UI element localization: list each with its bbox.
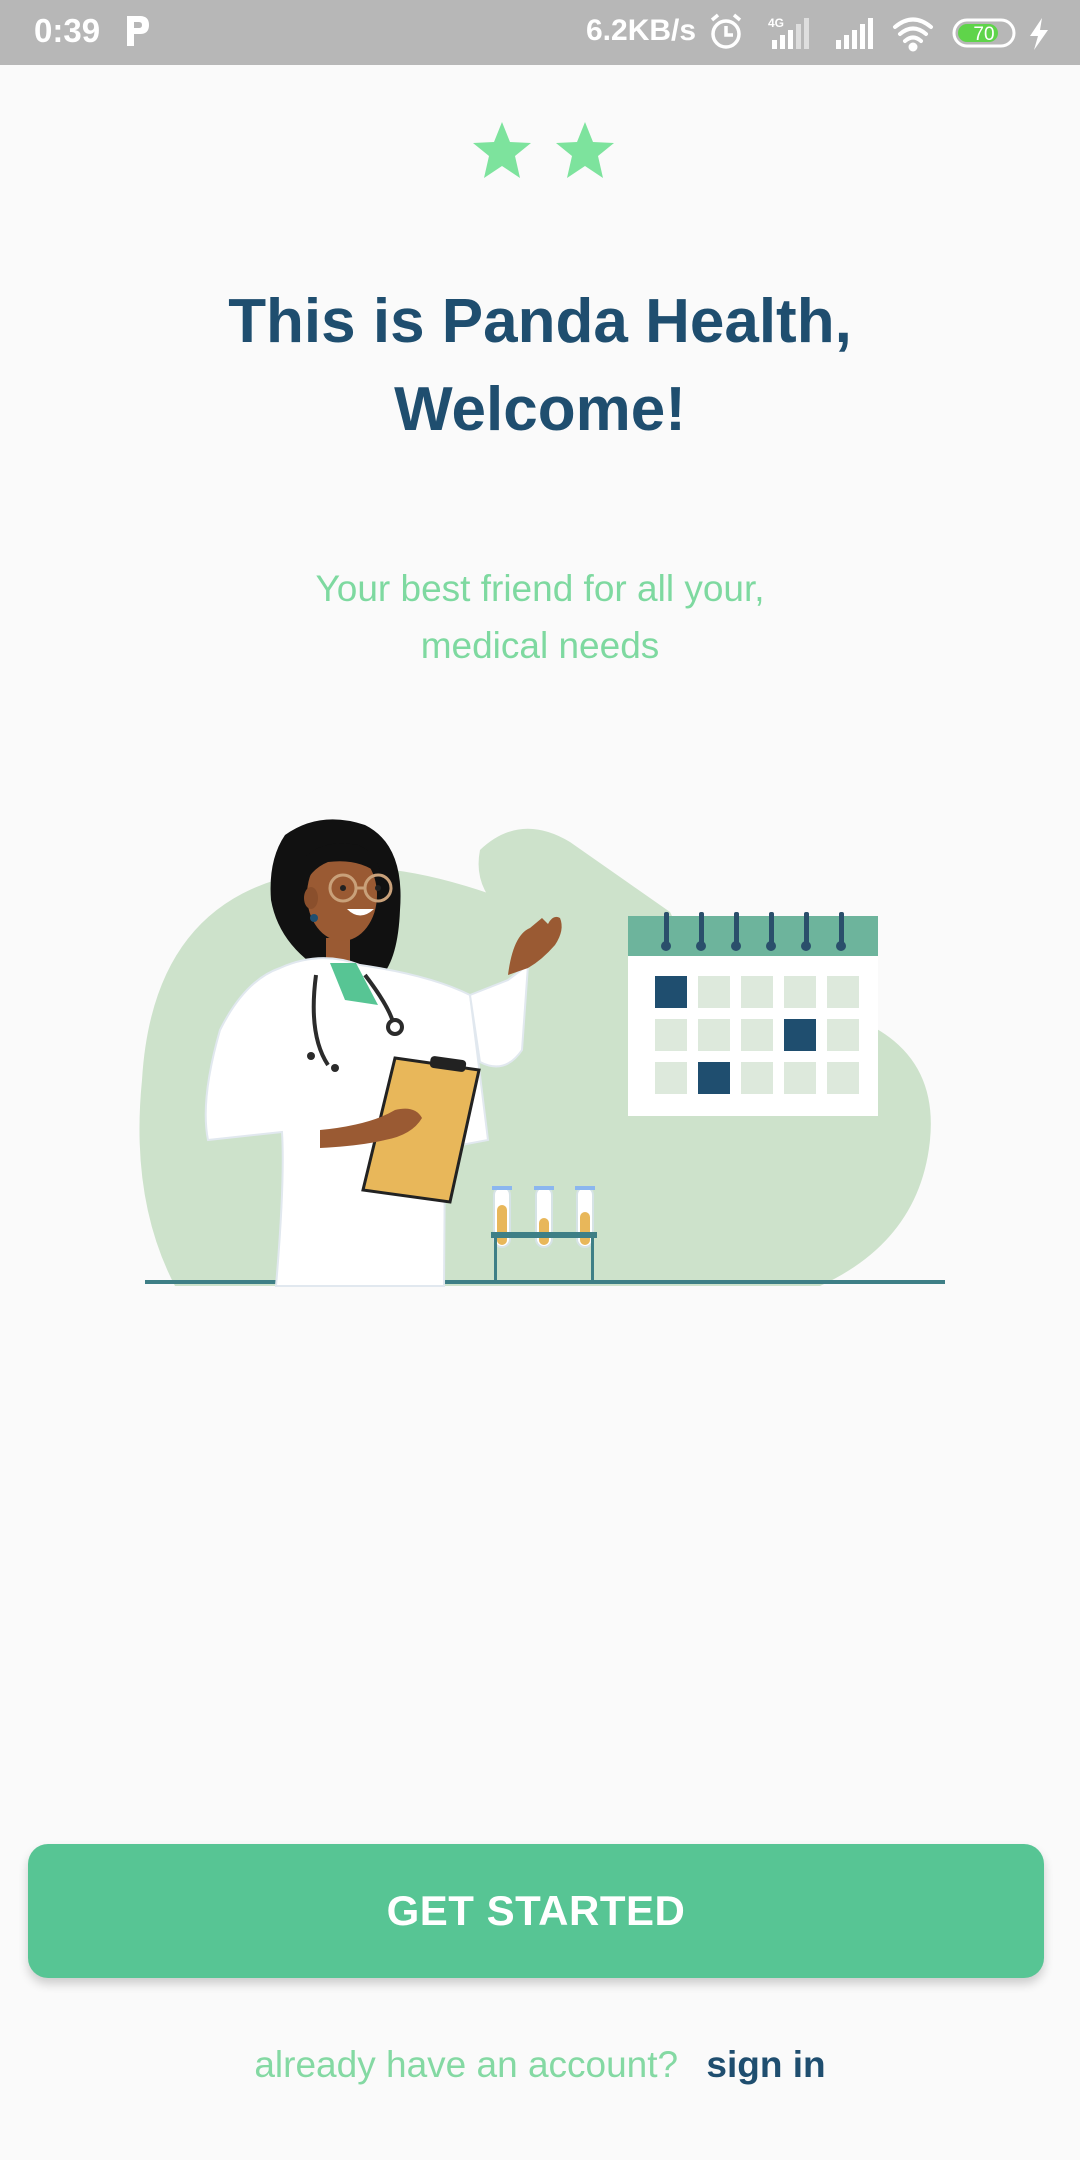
network-speed: 6.2KB/s xyxy=(586,14,697,47)
welcome-title: This is Panda Health, Welcome! xyxy=(100,278,980,454)
battery-level: 70 xyxy=(973,24,994,45)
doctor-illustration xyxy=(139,819,945,1287)
network-type-label: 4G xyxy=(768,16,784,30)
wifi-icon xyxy=(893,17,933,52)
subtitle-line-1: Your best friend for all your, xyxy=(315,568,765,609)
status-bar: 0:39 6.2KB/s 4G 70 xyxy=(0,0,1080,65)
rating-stars xyxy=(473,122,614,178)
star-icon xyxy=(556,122,614,178)
star-icon xyxy=(473,122,531,178)
battery-icon: 70 xyxy=(952,18,1016,48)
title-line-1: This is Panda Health, xyxy=(228,287,852,356)
signal-icon: 4G xyxy=(768,16,809,49)
sign-in-link[interactable]: sign in xyxy=(706,2044,825,2085)
status-icons: 4G 70 xyxy=(710,13,1048,52)
signin-prompt: already have an account? xyxy=(254,2044,679,2085)
alarm-icon xyxy=(710,13,742,49)
signin-row: already have an account? sign in xyxy=(0,2044,1080,2086)
charging-icon xyxy=(1030,18,1048,50)
welcome-subtitle: Your best friend for all your, medical n… xyxy=(200,560,880,674)
signal-icon xyxy=(836,18,873,49)
status-time: 0:39 xyxy=(34,12,101,49)
title-line-2: Welcome! xyxy=(394,375,686,444)
subtitle-line-2: medical needs xyxy=(420,625,660,666)
parking-app-icon xyxy=(127,16,149,46)
calendar-icon xyxy=(628,912,878,1116)
get-started-button[interactable]: GET STARTED xyxy=(28,1844,1044,1978)
